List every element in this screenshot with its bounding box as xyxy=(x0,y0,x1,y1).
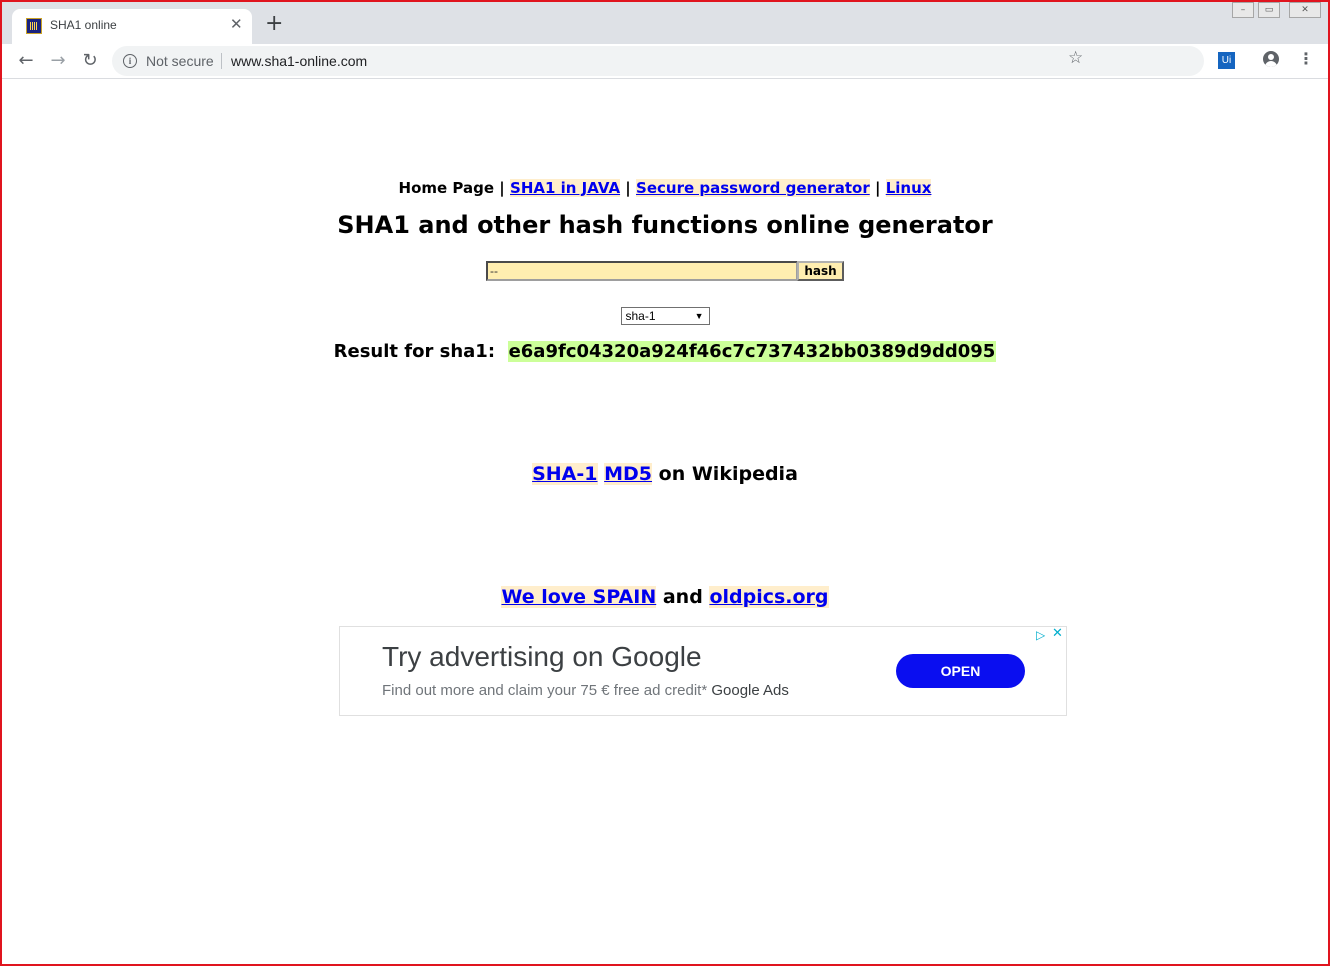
menu-dots-icon[interactable]: ⋮ xyxy=(1298,48,1314,70)
link-oldpics[interactable]: oldpics.org xyxy=(709,586,829,608)
google-ad-banner[interactable]: Try advertising on Google Find out more … xyxy=(339,626,1067,716)
extension-icon[interactable]: Ui xyxy=(1218,52,1235,69)
wikipedia-links: SHA-1 MD5 on Wikipedia xyxy=(2,463,1328,485)
hash-button[interactable]: hash xyxy=(797,261,844,281)
link-we-love-spain[interactable]: We love SPAIN xyxy=(501,586,657,608)
security-label[interactable]: Not secure xyxy=(146,53,214,69)
browser-toolbar: ← → ↻ i Not secure www.sha1-online.com ☆… xyxy=(2,44,1328,79)
window-close-button[interactable]: ✕ xyxy=(1289,2,1321,18)
hash-form: -- hash xyxy=(2,261,1328,283)
site-nav: Home Page | SHA1 in JAVA | Secure passwo… xyxy=(2,179,1328,197)
ad-brand: Google Ads xyxy=(711,682,789,699)
ad-open-button[interactable]: OPEN xyxy=(896,654,1025,688)
ad-choices-icon[interactable]: ▷ xyxy=(1036,628,1045,642)
profile-icon[interactable] xyxy=(1263,51,1279,67)
chevron-down-icon: ▼ xyxy=(694,311,704,321)
tab-strip: SHA1 online ✕ + – ▭ ✕ xyxy=(2,2,1328,44)
tab-close-icon[interactable]: ✕ xyxy=(230,15,243,33)
page-content: Home Page | SHA1 in JAVA | Secure passwo… xyxy=(2,79,1328,962)
tab-favicon-icon xyxy=(26,18,42,34)
url-text[interactable]: www.sha1-online.com xyxy=(231,53,367,69)
result-hash-value: e6a9fc04320a924f46c7c737432bb0389d9dd095 xyxy=(507,341,997,362)
nav-separator: | xyxy=(874,179,881,197)
address-separator xyxy=(221,53,222,69)
nav-link-password-generator[interactable]: Secure password generator xyxy=(636,179,870,197)
ad-description: Find out more and claim your 75 € free a… xyxy=(382,682,789,699)
wikipedia-suffix: on Wikipedia xyxy=(658,463,798,485)
partner-and-label: and xyxy=(662,586,703,608)
result-row: Result for sha1: e6a9fc04320a924f46c7c73… xyxy=(2,341,1328,362)
minimize-button[interactable]: – xyxy=(1232,2,1254,18)
result-label: Result for sha1: xyxy=(333,341,496,362)
algorithm-selected-value: sha-1 xyxy=(625,309,656,323)
link-sha1-wikipedia[interactable]: SHA-1 xyxy=(532,463,598,485)
hash-input[interactable]: -- xyxy=(486,261,798,281)
bookmark-star-icon[interactable]: ☆ xyxy=(1068,48,1083,68)
nav-link-sha1-java[interactable]: SHA1 in JAVA xyxy=(510,179,621,197)
ad-description-text: Find out more and claim your 75 € free a… xyxy=(382,682,708,699)
link-md5-wikipedia[interactable]: MD5 xyxy=(604,463,653,485)
partner-links: We love SPAIN and oldpics.org xyxy=(2,586,1328,608)
maximize-button[interactable]: ▭ xyxy=(1258,2,1280,18)
page-title: SHA1 and other hash functions online gen… xyxy=(337,211,993,239)
algorithm-select[interactable]: sha-1 ▼ xyxy=(620,307,710,325)
reload-icon[interactable]: ↻ xyxy=(79,50,101,72)
back-arrow-icon[interactable]: ← xyxy=(15,50,37,72)
ad-close-icon[interactable]: ✕ xyxy=(1052,627,1063,641)
info-icon[interactable]: i xyxy=(123,54,137,68)
ad-title[interactable]: Try advertising on Google xyxy=(382,641,702,673)
new-tab-plus-icon[interactable]: + xyxy=(265,13,283,35)
browser-tab[interactable]: SHA1 online ✕ xyxy=(12,9,252,44)
nav-separator: | xyxy=(625,179,631,197)
nav-link-linux[interactable]: Linux xyxy=(885,179,932,197)
tab-title: SHA1 online xyxy=(50,18,117,32)
algorithm-row: sha-1 ▼ xyxy=(2,305,1328,325)
address-bar[interactable]: i Not secure www.sha1-online.com xyxy=(112,46,1204,76)
home-page-label: Home Page xyxy=(398,179,495,197)
forward-arrow-icon[interactable]: → xyxy=(47,50,69,72)
nav-separator: | xyxy=(499,179,505,197)
